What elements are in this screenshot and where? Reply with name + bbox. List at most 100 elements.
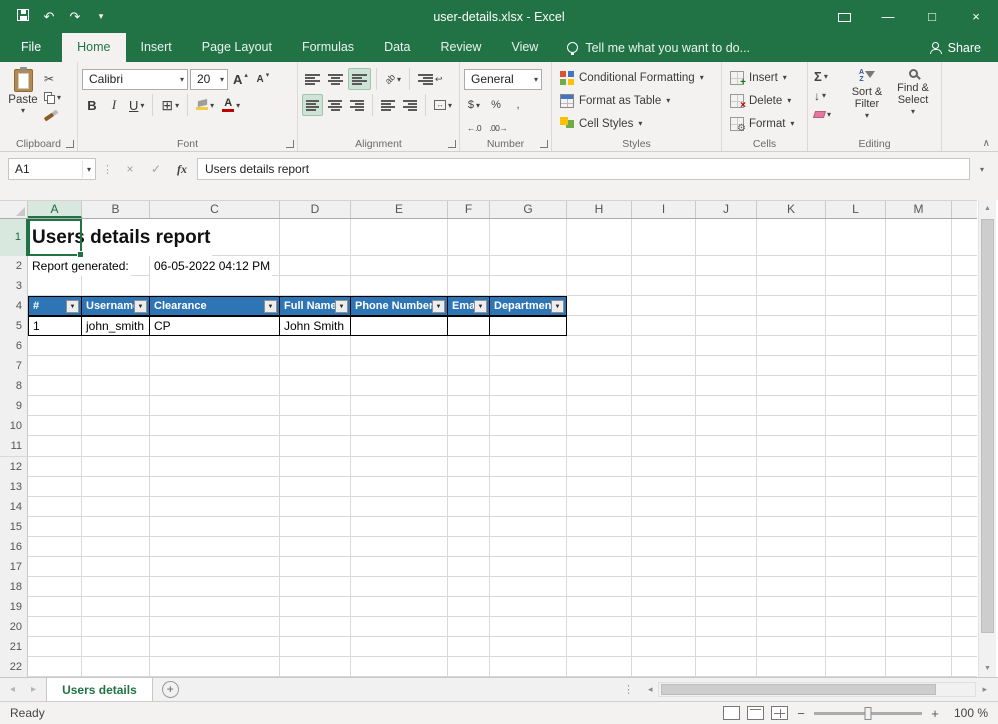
row-header-7[interactable]: 7 (0, 356, 28, 376)
enter-button[interactable]: ✓ (145, 162, 167, 176)
copy-button[interactable]: ▾ (42, 89, 63, 106)
font-name-select[interactable]: Calibri▾ (82, 69, 188, 90)
redo-button[interactable]: ↷ (62, 9, 88, 25)
scroll-right-button[interactable]: ▸ (979, 684, 990, 695)
table-header-D4[interactable]: Full Name▼ (280, 296, 351, 316)
cell-A2[interactable]: Report generated: (28, 256, 131, 276)
grid-body[interactable]: 12345678910111213141516171819202122Users… (0, 219, 977, 677)
alignment-dialog-launcher[interactable] (448, 140, 456, 148)
scroll-down-button[interactable]: ▼ (979, 660, 996, 677)
tab-formulas[interactable]: Formulas (287, 33, 369, 62)
undo-button[interactable]: ↶ (36, 9, 62, 25)
clipboard-dialog-launcher[interactable] (66, 140, 74, 148)
tab-file[interactable]: File (0, 33, 62, 62)
row-header-3[interactable]: 3 (0, 276, 28, 296)
row-header-18[interactable]: 18 (0, 577, 28, 597)
align-top-button[interactable] (302, 68, 323, 90)
number-dialog-launcher[interactable] (540, 140, 548, 148)
sort-filter-button[interactable]: AZ Sort & Filter ▾ (844, 66, 890, 135)
wrap-text-button[interactable]: ↩ (415, 68, 446, 90)
increase-indent-button[interactable] (400, 94, 420, 116)
row-header-5[interactable]: 5 (0, 316, 28, 336)
comma-style-button[interactable]: , (508, 94, 528, 116)
table-header-A4[interactable]: #▼ (28, 296, 82, 316)
column-header-A[interactable]: A (28, 201, 82, 218)
row-header-9[interactable]: 9 (0, 396, 28, 416)
close-button[interactable]: × (954, 0, 998, 33)
align-bottom-button[interactable] (348, 68, 371, 90)
zoom-level[interactable]: 100 % (948, 706, 988, 720)
minimize-button[interactable]: — (866, 0, 910, 33)
sheet-tab-users-details[interactable]: Users details (46, 678, 153, 701)
row-header-8[interactable]: 8 (0, 376, 28, 396)
paste-button[interactable]: Paste ▾ (4, 66, 42, 125)
column-header-I[interactable]: I (632, 201, 696, 218)
italic-button[interactable]: I (104, 94, 124, 116)
row-header-20[interactable]: 20 (0, 617, 28, 637)
column-header-M[interactable]: M (886, 201, 952, 218)
format-as-table-button[interactable]: Format as Table▾ (556, 89, 717, 112)
tab-splitter-handle[interactable]: ⋮ (623, 683, 634, 696)
row-header-19[interactable]: 19 (0, 597, 28, 617)
maximize-button[interactable]: □ (910, 0, 954, 33)
previous-sheet-button[interactable]: ◂ (10, 684, 15, 695)
cell-C5[interactable]: CP (150, 316, 280, 336)
tab-data[interactable]: Data (369, 33, 425, 62)
accounting-format-button[interactable]: $▾ (464, 94, 484, 116)
find-select-button[interactable]: Find & Select ▾ (890, 66, 936, 135)
next-sheet-button[interactable]: ▸ (31, 684, 36, 695)
filter-button-F[interactable]: ▼ (474, 300, 487, 313)
column-header-C[interactable]: C (150, 201, 280, 218)
filter-button-A[interactable]: ▼ (66, 300, 79, 313)
vertical-scrollbar[interactable]: ▲ ▼ (978, 200, 996, 677)
vertical-scroll-thumb[interactable] (981, 219, 994, 633)
row-header-1[interactable]: 1 (0, 219, 28, 256)
formula-input[interactable]: Users details report (197, 158, 970, 180)
column-header-E[interactable]: E (351, 201, 448, 218)
collapse-ribbon-button[interactable]: ∧ (983, 138, 990, 149)
column-header-J[interactable]: J (696, 201, 757, 218)
tab-home[interactable]: Home (62, 33, 125, 62)
tab-review[interactable]: Review (425, 33, 496, 62)
filter-button-B[interactable]: ▼ (134, 300, 147, 313)
decrease-decimal-button[interactable]: .00→ (486, 117, 510, 139)
column-header-B[interactable]: B (82, 201, 150, 218)
cell-E5[interactable] (351, 316, 448, 336)
name-box[interactable]: A1▾ (8, 158, 96, 180)
underline-button[interactable]: U▾ (126, 94, 147, 116)
row-header-14[interactable]: 14 (0, 497, 28, 517)
cell-A5[interactable]: 1 (28, 316, 82, 336)
fill-button[interactable]: ↓▾ (812, 87, 844, 104)
share-button[interactable]: Share (912, 33, 998, 62)
row-header-22[interactable]: 22 (0, 657, 28, 677)
column-header-L[interactable]: L (826, 201, 886, 218)
tell-me-box[interactable]: Tell me what you want to do... (567, 33, 750, 62)
delete-cells-button[interactable]: ×Delete▾ (726, 89, 803, 112)
row-header-16[interactable]: 16 (0, 537, 28, 557)
font-dialog-launcher[interactable] (286, 140, 294, 148)
decrease-indent-button[interactable] (378, 94, 398, 116)
cell-C2[interactable]: 06-05-2022 04:12 PM (150, 256, 272, 276)
row-header-4[interactable]: 4 (0, 296, 28, 316)
row-header-10[interactable]: 10 (0, 416, 28, 436)
column-header-G[interactable]: G (490, 201, 567, 218)
row-header-6[interactable]: 6 (0, 336, 28, 356)
expand-formula-bar-button[interactable]: ▾ (974, 165, 990, 174)
horizontal-scroll-thumb[interactable] (661, 684, 936, 695)
row-header-12[interactable]: 12 (0, 457, 28, 477)
horizontal-scrollbar[interactable]: ⋮ ◂ ▸ (623, 678, 998, 701)
orientation-button[interactable]: ab▾ (382, 68, 404, 90)
align-middle-button[interactable] (325, 68, 346, 90)
row-header-17[interactable]: 17 (0, 557, 28, 577)
align-right-button[interactable] (347, 94, 367, 116)
cell-A1[interactable]: Users details report (28, 219, 212, 256)
scroll-up-button[interactable]: ▲ (979, 200, 996, 217)
filter-button-C[interactable]: ▼ (264, 300, 277, 313)
borders-button[interactable]: ⊞▾ (158, 94, 182, 116)
fill-color-button[interactable]: ▾ (193, 94, 217, 116)
column-header-F[interactable]: F (448, 201, 490, 218)
row-header-2[interactable]: 2 (0, 256, 28, 276)
cancel-button[interactable]: × (119, 162, 141, 176)
insert-function-button[interactable]: fx (171, 162, 193, 177)
select-all-button[interactable] (0, 201, 28, 218)
